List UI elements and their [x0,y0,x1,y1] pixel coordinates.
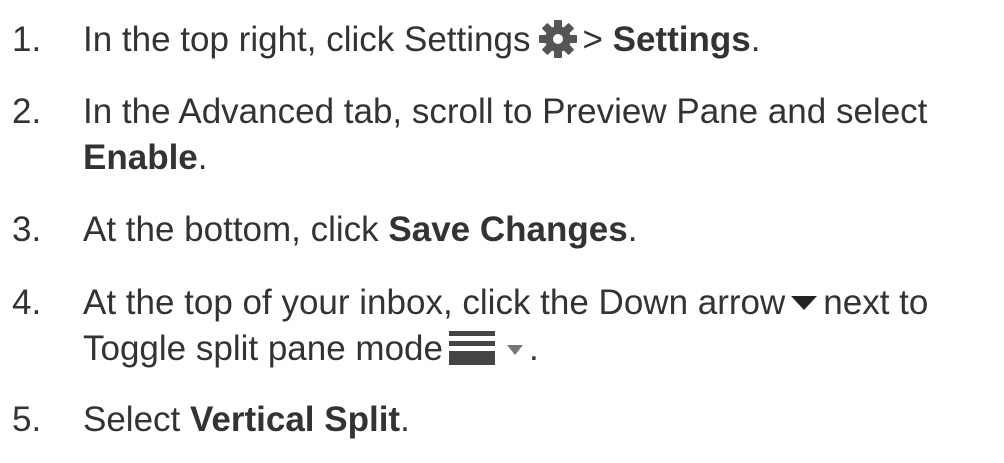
step-2-line-1: In the Advanced tab, scroll to Preview P… [83,92,928,131]
step-3-end: . [627,210,638,249]
step-4-line-2: Toggle split pane mode . [83,326,1000,372]
step-number: 2. [12,92,42,131]
step-1-separator: > [582,20,613,59]
instruction-steps: 1. In the top right, click Settings > Se… [0,0,1004,463]
step-5-text: Select [83,400,190,439]
step-2-line-2: Enable. [83,135,1000,181]
step-3-text: At the bottom, click [83,210,389,249]
step-4-line-2-text: Toggle split pane mode [83,329,443,368]
save-changes-label: Save Changes [388,210,628,249]
step-text: Select Vertical Split. [83,397,1000,443]
step-number: 4. [12,283,42,322]
step-5-end: . [400,400,410,439]
split-pane-icon [448,330,495,365]
step-number: 5. [12,400,42,439]
caret-down-small-icon [506,344,523,355]
step-number: 1. [12,20,42,59]
step-text: At the bottom, click Save Changes. [83,207,1000,253]
step-4-end: . [528,329,539,368]
step-text: In the top right, click Settings > Setti… [83,17,1000,63]
enable-label: Enable [83,138,198,177]
caret-down-icon [791,295,818,310]
step-4-line-1-text: At the top of your inbox, click the Down… [83,283,786,322]
vertical-split-label: Vertical Split [190,400,401,439]
gear-icon [539,19,578,58]
step-2-end: . [197,138,208,177]
step-4-line-1-after: next to [823,283,929,322]
step-1-text: In the top right, click Settings [83,20,531,59]
step-number: 3. [12,210,42,249]
step-4-line-1: At the top of your inbox, click the Down… [83,280,1000,326]
settings-label: Settings [612,20,751,59]
step-text: In the Advanced tab, scroll to Preview P… [83,89,1000,181]
step-text: At the top of your inbox, click the Down… [83,280,1000,372]
step-1-end: . [750,20,761,59]
